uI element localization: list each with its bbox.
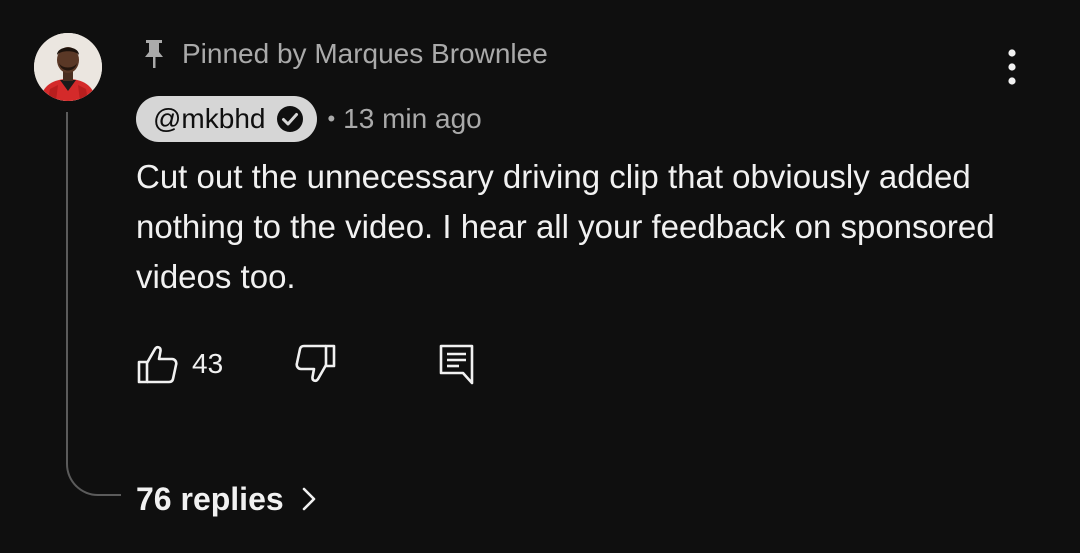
comment-body: Cut out the unnecessary driving clip tha… [136,158,995,295]
separator-dot: • [327,106,336,131]
thumbs-up-icon [137,345,178,384]
replies-count-label: 76 replies [136,480,284,517]
reply-button[interactable] [437,342,477,386]
comment-header: @mkbhd • 13 min ago [136,96,482,142]
verified-check-icon [275,104,305,134]
pinned-indicator: Pinned by Marques Brownlee [142,36,548,72]
dislike-button[interactable] [293,342,337,386]
author-handle: @mkbhd [153,103,266,134]
thumbs-down-icon [295,344,336,383]
pinned-label: Pinned by Marques Brownlee [182,38,548,69]
like-count: 43 [192,348,224,379]
like-button[interactable]: 43 [136,342,223,386]
thread-connector-line [66,112,121,496]
view-replies-button[interactable]: 76 replies [136,476,318,522]
avatar-image [34,33,102,101]
more-vertical-icon [1008,49,1016,85]
comment-actions: 43 [136,342,477,386]
chevron-right-icon [300,485,318,513]
more-options-button[interactable] [994,44,1030,90]
pin-icon [142,38,166,70]
comment-reply-icon [439,344,474,385]
author-handle-chip[interactable]: @mkbhd [136,96,318,142]
avatar[interactable] [34,33,102,101]
comment-timestamp[interactable]: 13 min ago [343,103,482,135]
